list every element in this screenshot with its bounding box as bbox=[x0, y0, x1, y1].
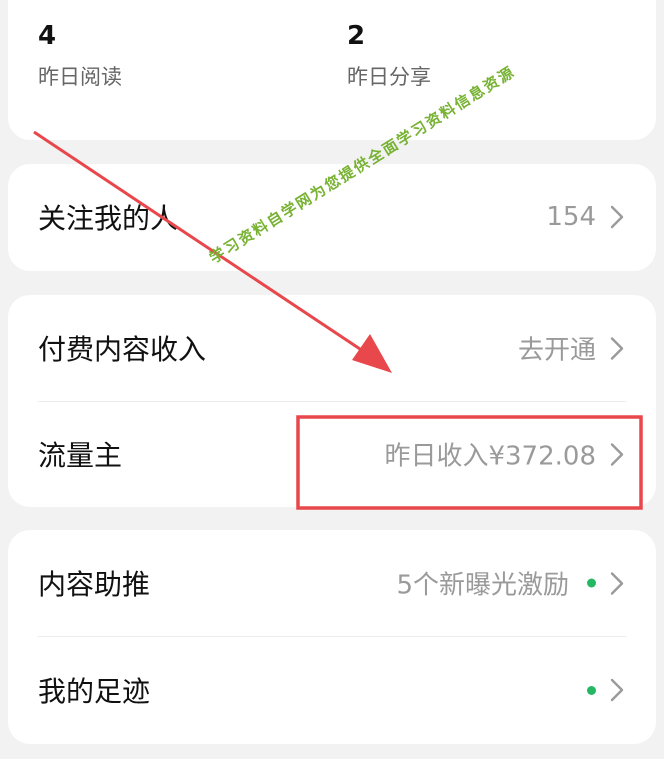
followers-count: 154 bbox=[546, 202, 596, 232]
followers-row[interactable]: 关注我的人 154 bbox=[8, 164, 656, 270]
chevron-right-icon bbox=[610, 571, 624, 595]
row-label: 内容助推 bbox=[38, 568, 151, 601]
stat-yesterday-reads[interactable]: 4 昨日阅读 bbox=[38, 18, 122, 92]
stat-label: 昨日分享 bbox=[347, 65, 431, 89]
row-label: 我的足迹 bbox=[38, 675, 151, 708]
my-footprint-row[interactable]: 我的足迹 bbox=[8, 637, 656, 743]
row-label: 关注我的人 bbox=[38, 202, 179, 235]
row-label: 流量主 bbox=[38, 439, 123, 472]
activate-link: 去开通 bbox=[517, 335, 596, 366]
row-label: 付费内容收入 bbox=[38, 333, 207, 366]
income-card: 付费内容收入 去开通 流量主 昨日收入¥372.08 bbox=[8, 295, 656, 507]
new-indicator-dot bbox=[587, 578, 596, 588]
chevron-right-icon bbox=[610, 205, 624, 229]
stats-card: 4 昨日阅读 2 昨日分享 bbox=[8, 0, 656, 140]
stat-value: 4 bbox=[38, 21, 57, 51]
content-card: 内容助推 5个新曝光激励 我的足迹 bbox=[8, 530, 656, 744]
followers-card: 关注我的人 154 bbox=[8, 164, 656, 271]
chevron-right-icon bbox=[610, 678, 624, 702]
traffic-owner-row[interactable]: 流量主 昨日收入¥372.08 bbox=[8, 401, 656, 507]
yesterday-income: 昨日收入¥372.08 bbox=[384, 441, 596, 472]
content-boost-row[interactable]: 内容助推 5个新曝光激励 bbox=[8, 530, 656, 636]
chevron-right-icon bbox=[610, 442, 624, 466]
stat-value: 2 bbox=[347, 21, 366, 51]
boost-incentive-text: 5个新曝光激励 bbox=[396, 570, 569, 601]
paid-content-row[interactable]: 付费内容收入 去开通 bbox=[8, 295, 656, 401]
stat-yesterday-shares[interactable]: 2 昨日分享 bbox=[347, 18, 431, 92]
new-indicator-dot bbox=[587, 685, 596, 695]
chevron-right-icon bbox=[610, 336, 624, 360]
stat-label: 昨日阅读 bbox=[38, 65, 122, 89]
